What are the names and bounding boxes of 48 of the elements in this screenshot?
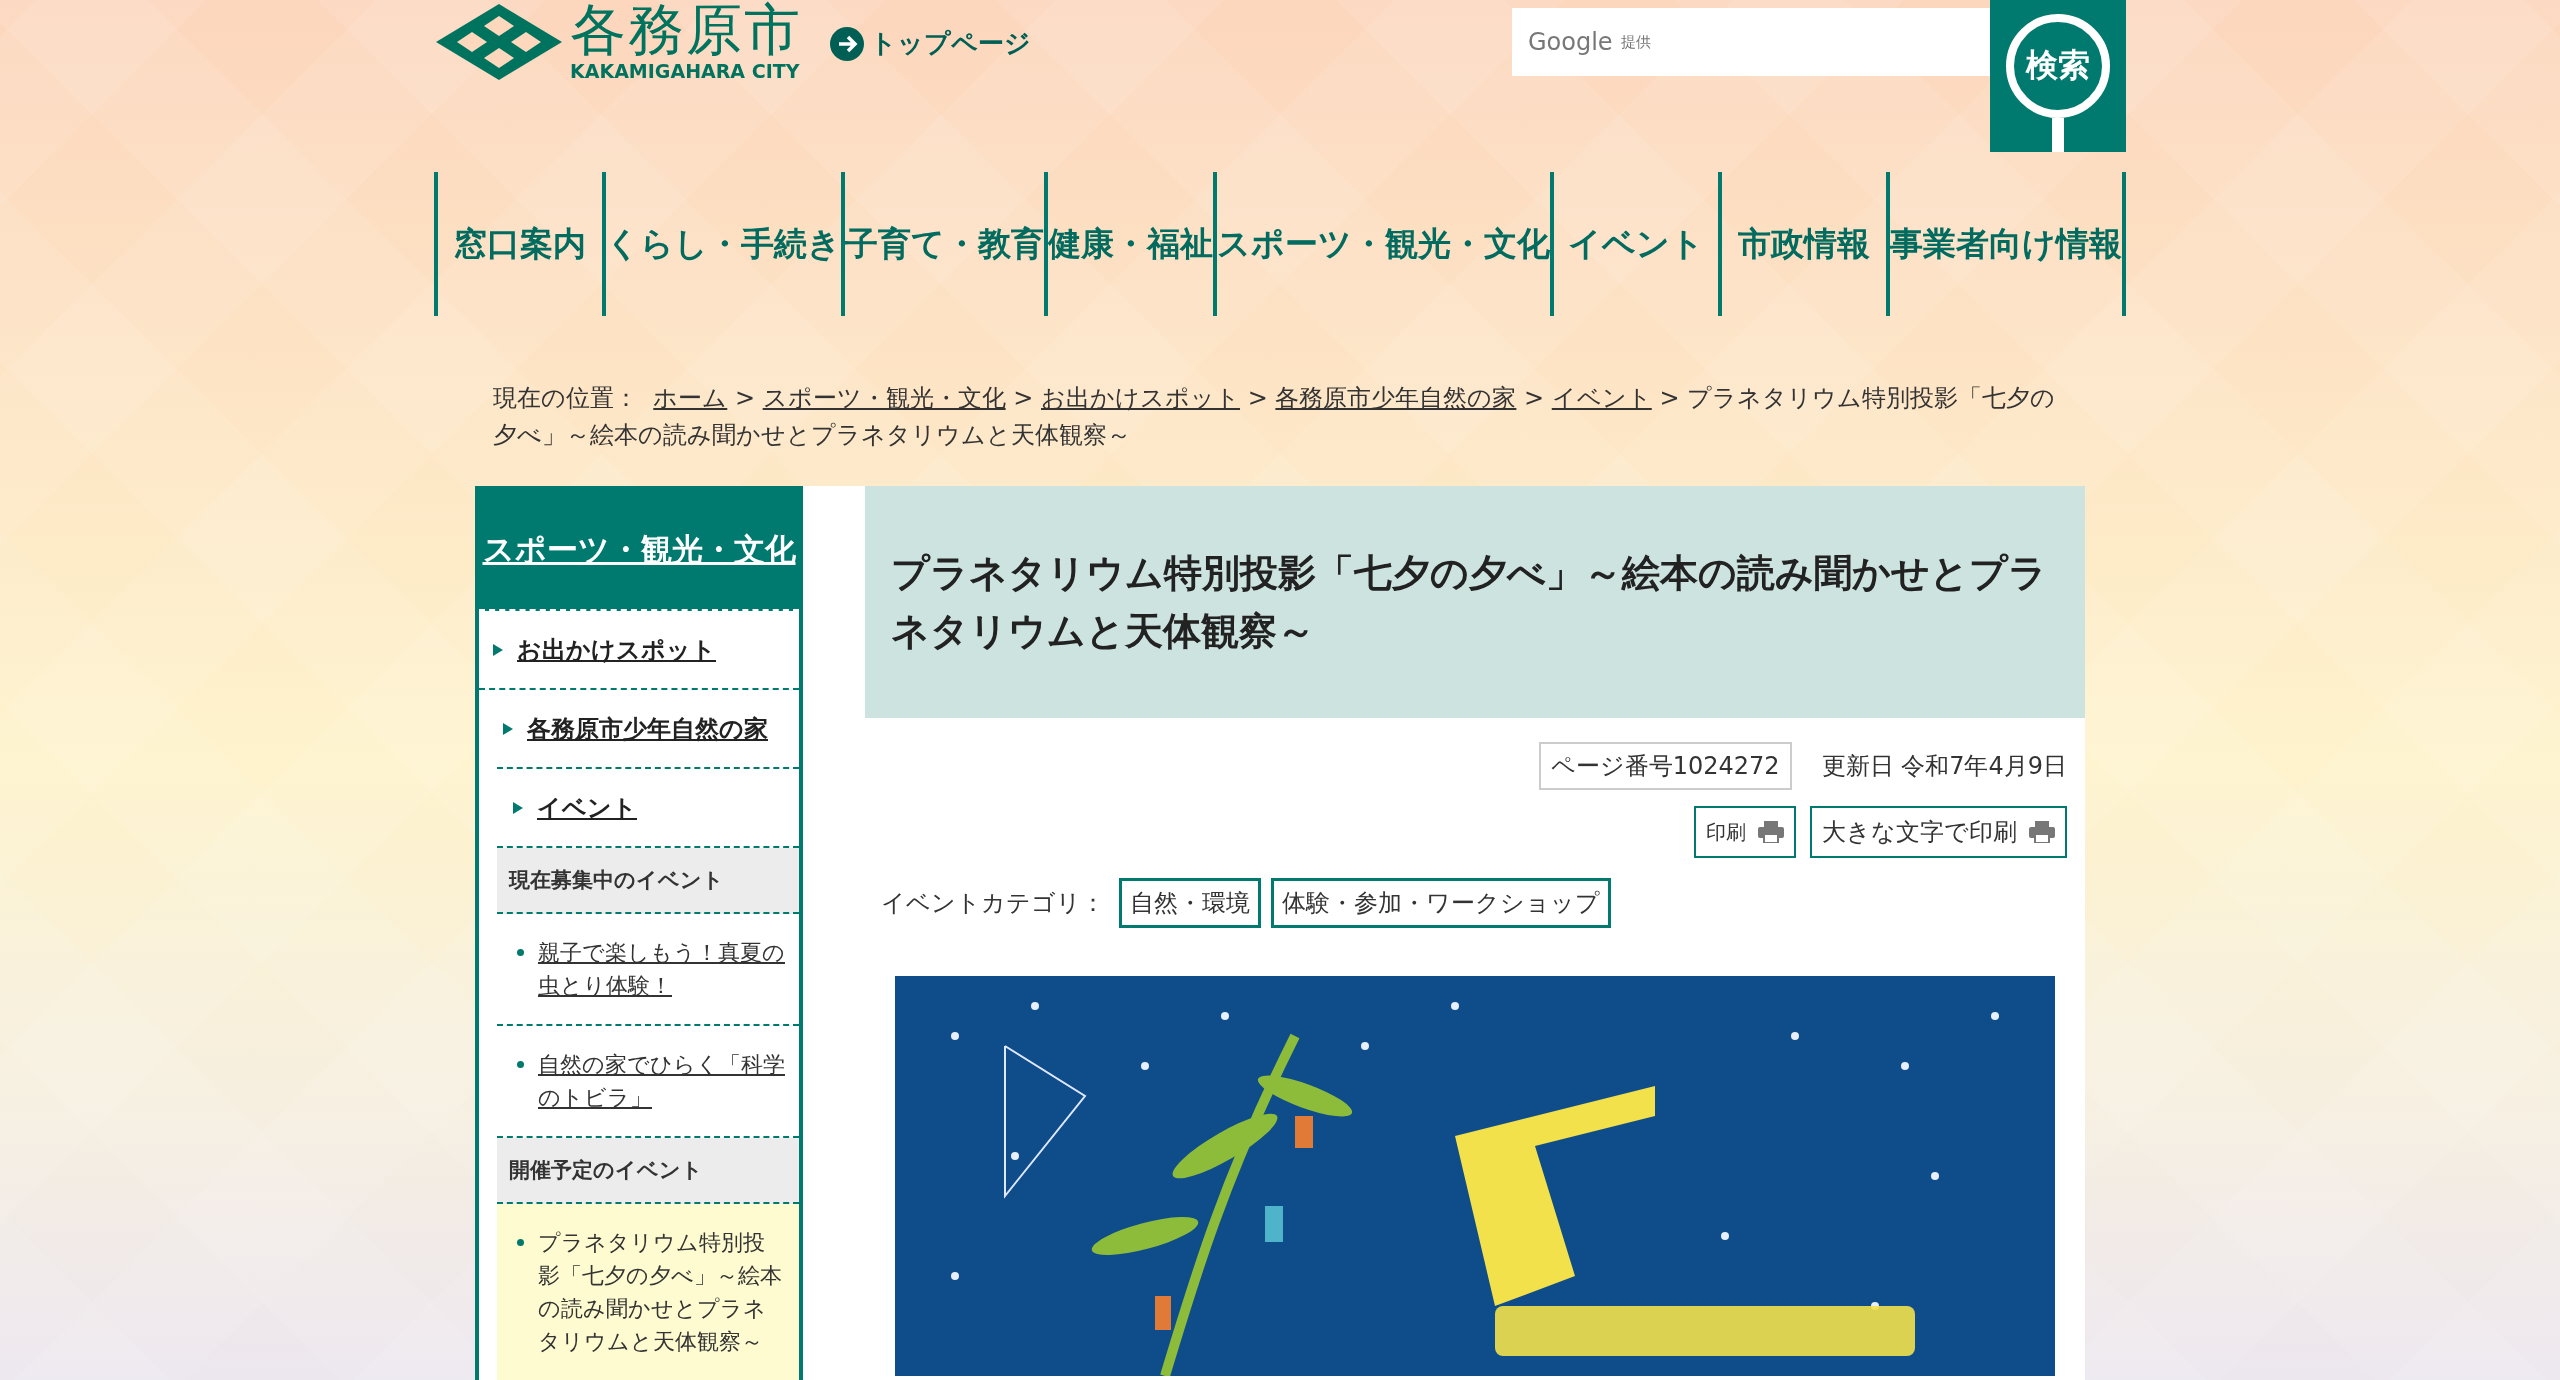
sidebar-link[interactable]: 自然の家でひらく「科学のトビラ」 <box>538 1048 785 1114</box>
breadcrumb-link[interactable]: 各務原市少年自然の家 <box>1275 384 1517 412</box>
search-field[interactable]: Google 提供 <box>1512 8 1990 76</box>
sidebar-link[interactable]: お出かけスポット <box>517 633 716 666</box>
page-number: ページ番号1024272 <box>1538 742 1792 790</box>
print-button[interactable]: 大きな文字で印刷 <box>1810 806 2067 858</box>
arrow-circle-icon <box>830 26 864 61</box>
page-title: プラネタリウム特別投影「七夕の夕べ」～絵本の読み聞かせとプラネタリウムと天体観察～ <box>891 550 2048 655</box>
triangle-icon <box>513 801 523 814</box>
triangle-icon <box>503 722 513 735</box>
printer-icon <box>1758 821 1784 843</box>
nav-menu-item[interactable]: 市政情報 <box>1718 172 1886 316</box>
nav-menu-item[interactable]: スポーツ・観光・文化 <box>1213 172 1550 316</box>
sidebar-link[interactable]: イベント <box>537 791 637 824</box>
nav-menu-item[interactable]: 事業者向け情報 <box>1886 172 2126 316</box>
site-logo-name[interactable]: 各務原市 <box>570 0 802 60</box>
category-tag[interactable]: 体験・参加・ワークショップ <box>1271 878 1611 928</box>
provider-label: 提供 <box>1620 32 1651 52</box>
nav-menu-item[interactable]: イベント <box>1550 172 1718 316</box>
breadcrumb-link[interactable]: スポーツ・観光・文化 <box>762 384 1006 412</box>
breadcrumb-link[interactable]: お出かけスポット <box>1041 384 1240 412</box>
nav-menu-item[interactable]: くらし・手続き <box>602 172 841 316</box>
sidebar-current-label: プラネタリウム特別投影「七夕の夕べ」～絵本の読み聞かせとプラネタリウムと天体観察～ <box>538 1229 783 1356</box>
bullet-icon <box>517 949 524 956</box>
category-label: イベントカテゴリ： <box>881 888 1105 919</box>
google-label: Google <box>1528 28 1613 56</box>
nav-menu-item[interactable]: 子育て・教育 <box>841 172 1044 316</box>
bullet-icon <box>517 1061 524 1068</box>
sidebar-link[interactable]: 各務原市少年自然の家 <box>527 712 768 745</box>
triangle-icon <box>493 643 503 656</box>
logo-icon <box>434 2 564 82</box>
top-page-link[interactable]: トップページ <box>830 26 1031 61</box>
sidebar-heading: 開催予定のイベント <box>497 1138 799 1204</box>
site-logo-subtitle: KAKAMIGAHARA CITY <box>570 60 800 82</box>
category-tag[interactable]: 自然・環境 <box>1119 878 1261 928</box>
updated-date: 更新日 令和7年4月9日 <box>1821 751 2067 782</box>
breadcrumb-link[interactable]: ホーム <box>653 384 728 412</box>
sidebar-current-item[interactable]: プラネタリウム特別投影「七夕の夕べ」～絵本の読み聞かせとプラネタリウムと天体観察～ <box>497 1204 799 1380</box>
search-button[interactable]: 検索 <box>1990 0 2126 152</box>
print-button[interactable]: 印刷 <box>1694 806 1796 858</box>
printer-icon <box>2029 821 2055 843</box>
nav-menu-item[interactable]: 健康・福祉 <box>1044 172 1213 316</box>
breadcrumb-link[interactable]: イベント <box>1551 384 1652 412</box>
nav-menu-item[interactable]: 窓口案内 <box>434 172 602 316</box>
sidebar-heading: 現在募集中のイベント <box>497 848 799 914</box>
bullet-icon <box>517 1239 524 1246</box>
sidebar-link[interactable]: 親子で楽しもう！真夏の虫とり体験！ <box>538 936 785 1002</box>
breadcrumb-trail: 現在の位置： ホーム > スポーツ・観光・文化 > お出かけスポット > 各務原市少年自然の家 > イベント > プラネタリウム特別投影「七夕の夕べ」～絵本の読み聞かせとプラネタリウムと天体観察～ <box>493 383 2057 451</box>
